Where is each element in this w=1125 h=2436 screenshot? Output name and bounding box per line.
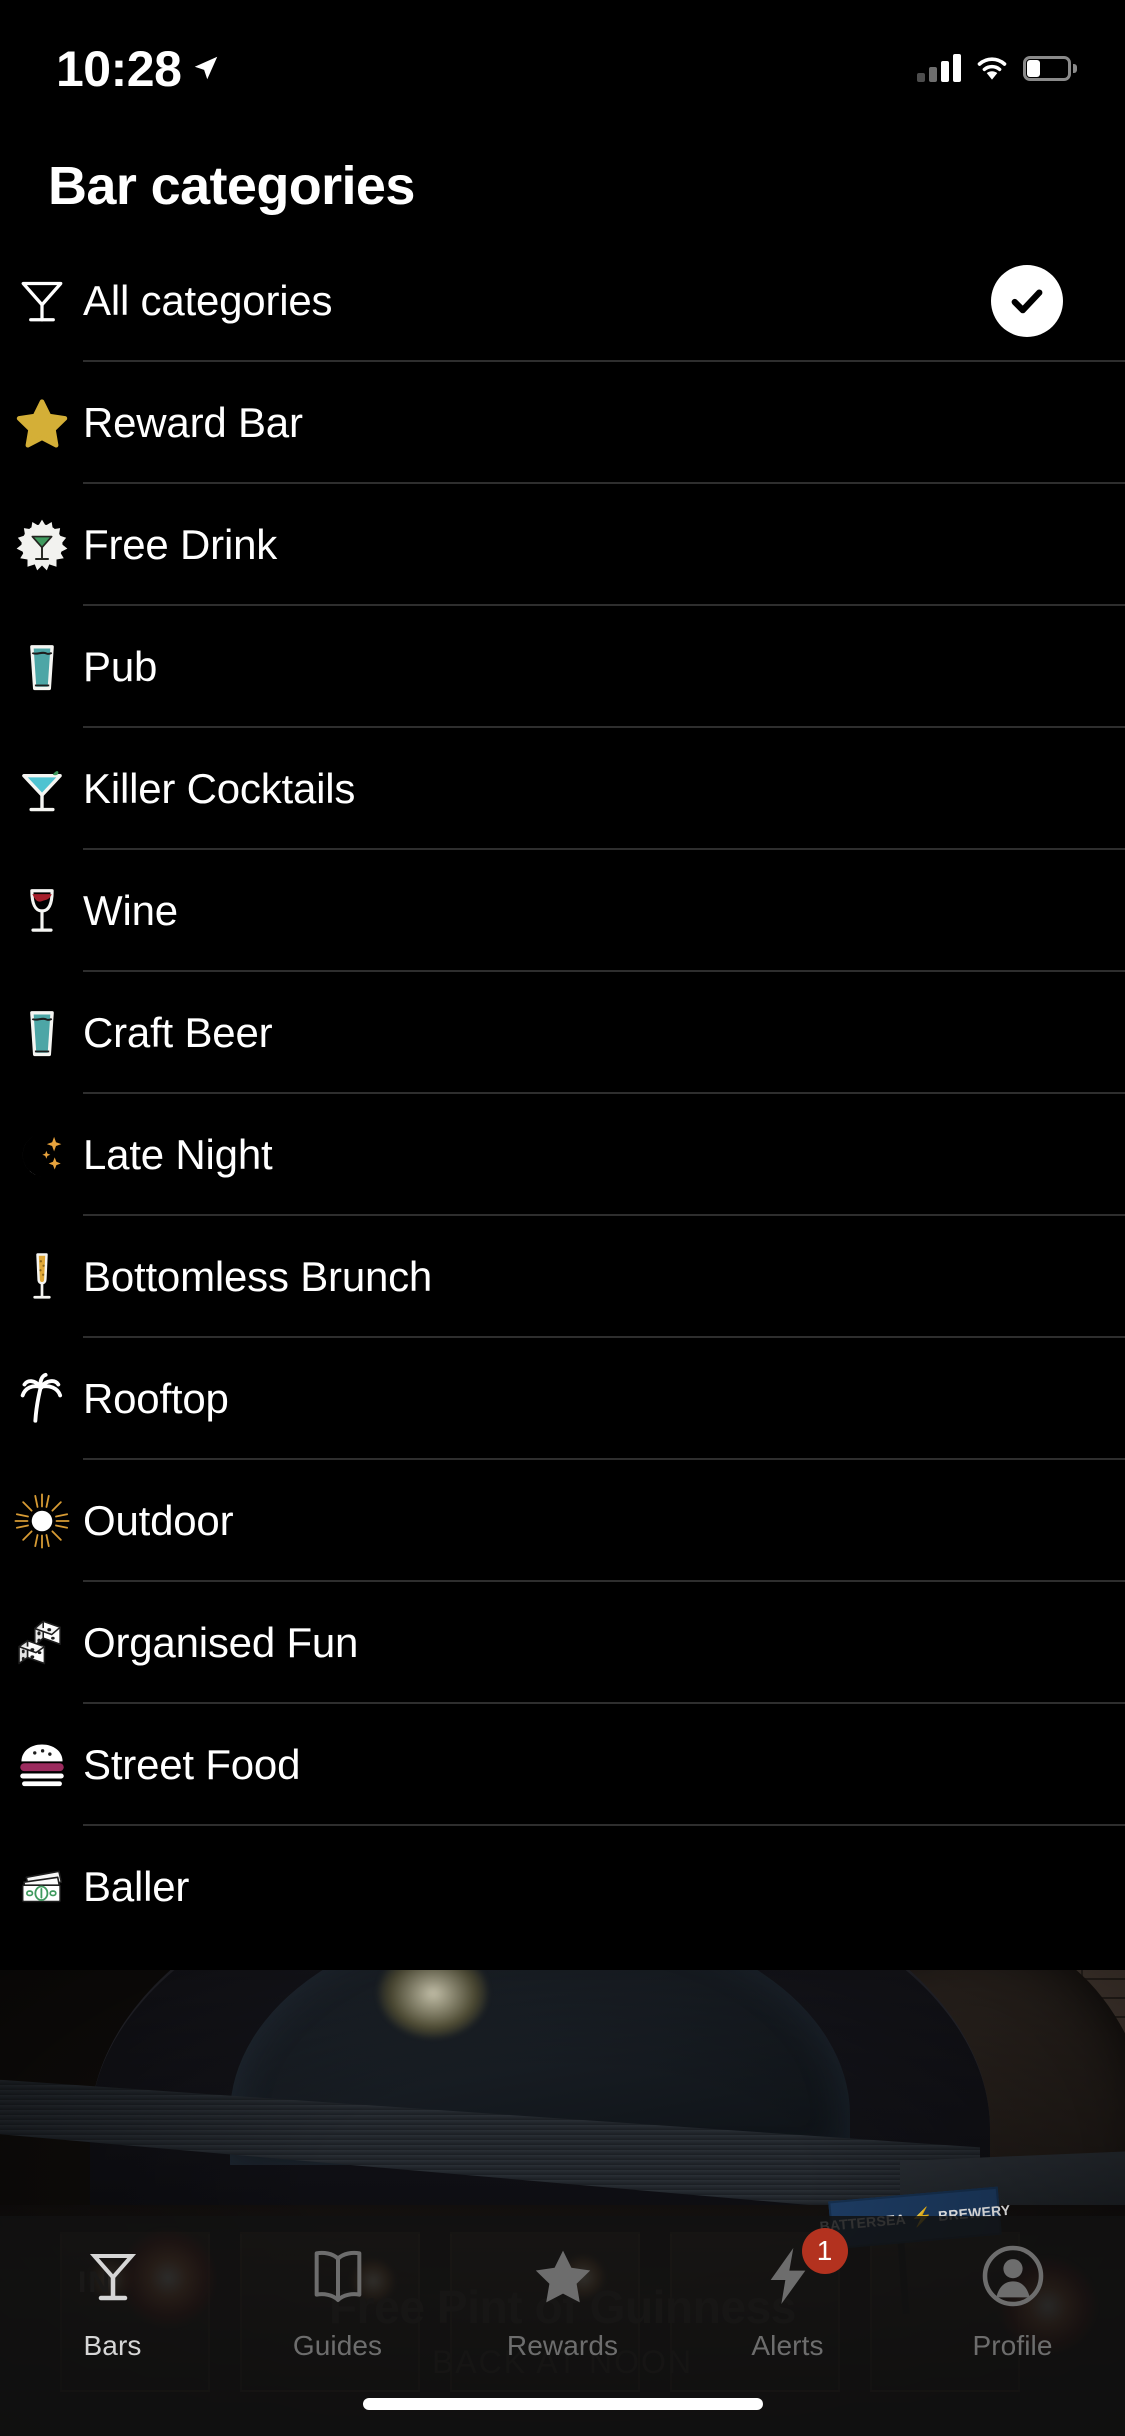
wine-glass-icon [0,850,83,972]
free-drink-badge-icon [0,484,83,606]
dice-icon [0,1582,83,1704]
category-row-outdoor[interactable]: Outdoor [0,1460,1125,1582]
category-label: Late Night [83,1131,273,1178]
tab-alerts[interactable]: 1 Alerts [675,2228,900,2362]
category-label: Street Food [83,1741,301,1788]
category-row-rooftop[interactable]: Rooftop [0,1338,1125,1460]
sun-icon [0,1460,83,1582]
martini-glass-icon [81,2238,145,2314]
tab-profile[interactable]: Profile [900,2238,1125,2362]
status-bar-clock: 10:28 [56,41,182,97]
status-bar-right [917,50,1077,82]
category-row-killer-cocktails[interactable]: Killer Cocktails [0,728,1125,850]
status-bar-left: 10:28 [56,38,221,94]
category-label: Craft Beer [83,1009,273,1056]
category-label: Reward Bar [83,399,303,446]
category-row-free-drink[interactable]: Free Drink [0,484,1125,606]
category-row-bottomless-brunch[interactable]: Bottomless Brunch [0,1216,1125,1338]
category-row-street-food[interactable]: Street Food [0,1704,1125,1826]
category-label: Killer Cocktails [83,765,356,812]
cocktail-glass-icon [0,728,83,850]
lightning-bolt-icon: 1 [756,2228,848,2314]
wifi-icon [977,57,1007,80]
category-label: Rooftop [83,1375,229,1422]
home-indicator[interactable] [362,2398,763,2410]
tab-label: Bars [83,2330,142,2361]
open-book-icon [306,2238,370,2314]
pint-glass-icon [0,972,83,1094]
tab-label: Guides [292,2330,383,2361]
champagne-flute-icon [0,1216,83,1338]
category-row-pub[interactable]: Pub [0,606,1125,728]
tab-guides[interactable]: Guides [225,2238,450,2362]
tab-label: Alerts [751,2330,824,2361]
tab-label: Rewards [506,2330,619,2361]
star-icon [531,2238,595,2314]
category-row-all-categories[interactable]: All categories [0,240,1125,362]
category-row-baller[interactable]: Baller [0,1826,1125,1948]
category-row-organised-fun[interactable]: Organised Fun [0,1582,1125,1704]
cellular-signal-icon [917,54,961,82]
category-label: Outdoor [83,1497,234,1544]
category-label: Bottomless Brunch [83,1253,433,1300]
status-bar: 10:28 [0,0,1125,132]
category-label: Pub [83,643,158,690]
pint-glass-icon [0,606,83,728]
category-row-craft-beer[interactable]: Craft Beer [0,972,1125,1094]
banknotes-icon [0,1826,83,1948]
category-row-reward-bar[interactable]: Reward Bar [0,362,1125,484]
crescent-moon-stars-icon [0,1094,83,1216]
tab-label: Profile [972,2330,1053,2361]
tab-rewards[interactable]: Rewards [450,2238,675,2362]
person-avatar-icon [981,2238,1045,2314]
category-label: All categories [83,277,333,324]
location-arrow-icon [195,56,218,80]
category-row-wine[interactable]: Wine [0,850,1125,972]
battery-icon [1023,55,1077,81]
bar-categories-list: All categories Reward Bar Free Drink Pub… [0,240,1125,1948]
category-label: Free Drink [83,521,278,568]
category-row-late-night[interactable]: Late Night [0,1094,1125,1216]
martini-glass-outline-icon [0,240,83,362]
page-title: Bar categories [48,156,415,216]
tab-bars[interactable]: Bars [0,2238,225,2362]
category-label: Wine [83,887,178,934]
check-circle-icon[interactable] [991,265,1063,337]
app-screen: 10:28 Bar categories All categories Rewa… [0,0,1125,2436]
alerts-badge: 1 [801,2228,848,2274]
burger-icon [0,1704,83,1826]
palm-tree-icon [0,1338,83,1460]
category-label: Baller [83,1863,190,1910]
gold-star-icon [0,362,83,484]
category-label: Organised Fun [83,1619,359,1666]
